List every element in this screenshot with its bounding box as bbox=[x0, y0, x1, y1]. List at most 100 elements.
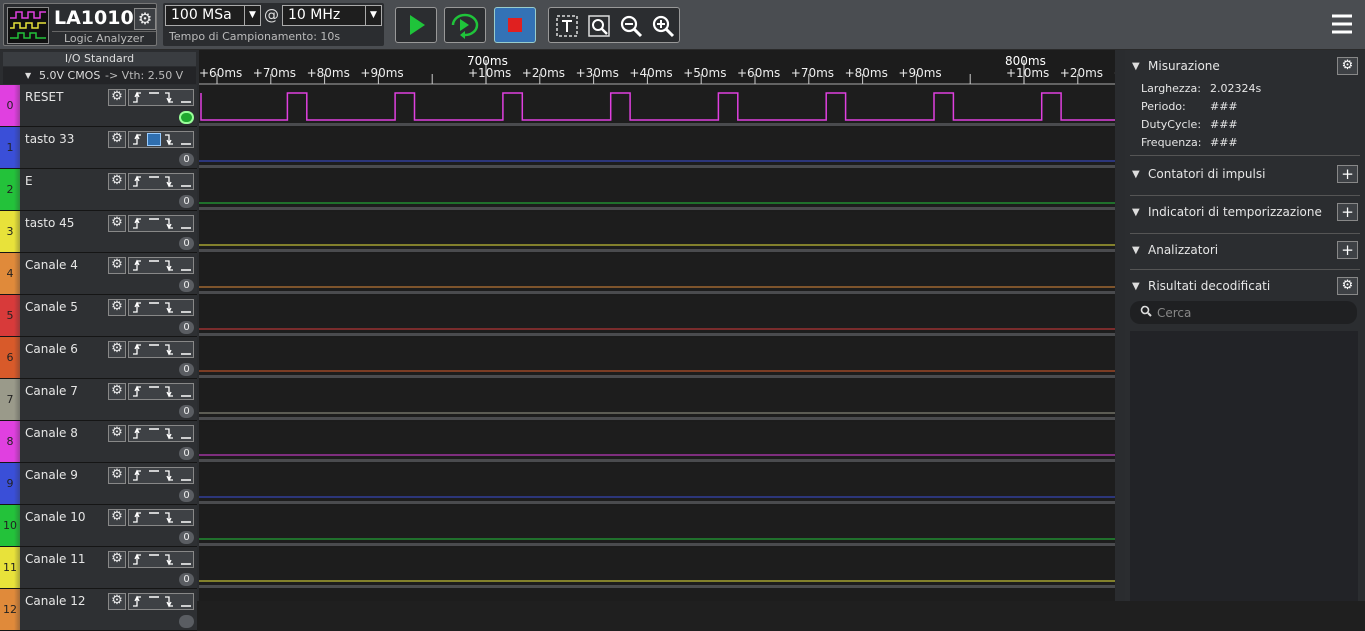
channel-row[interactable]: 8 Canale 8 ⚙ 0 bbox=[0, 421, 197, 463]
run-button[interactable] bbox=[395, 7, 437, 43]
channel-name[interactable]: Canale 6 bbox=[25, 342, 78, 356]
triangle-down-icon[interactable]: ▼ bbox=[1132, 245, 1140, 256]
triangle-down-icon[interactable]: ▼ bbox=[1132, 61, 1140, 72]
lane-divider bbox=[199, 207, 1115, 210]
trigger-selector[interactable] bbox=[128, 551, 194, 568]
channel-name[interactable]: Canale 8 bbox=[25, 426, 78, 440]
trigger-selector[interactable] bbox=[128, 89, 194, 106]
trigger-selector[interactable] bbox=[128, 383, 194, 400]
channel-lane[interactable] bbox=[199, 296, 1115, 336]
waveform-area[interactable]: +60ms +70ms +80ms +90ms +10ms +20ms +30ms +40ms… bbox=[199, 50, 1115, 601]
channel-name[interactable]: Canale 11 bbox=[25, 552, 86, 566]
trigger-selector[interactable] bbox=[128, 215, 194, 232]
channel-settings-gear-icon[interactable]: ⚙ bbox=[108, 509, 126, 526]
channel-settings-gear-icon[interactable]: ⚙ bbox=[108, 131, 126, 148]
channel-row[interactable]: 4 Canale 4 ⚙ 0 bbox=[0, 253, 197, 295]
channel-name[interactable]: Canale 7 bbox=[25, 384, 78, 398]
channel-row[interactable]: 7 Canale 7 ⚙ 0 bbox=[0, 379, 197, 421]
trigger-selector[interactable] bbox=[128, 173, 194, 190]
channel-row[interactable]: 2 E ⚙ 0 bbox=[0, 169, 197, 211]
device-settings-gear-icon[interactable]: ⚙ bbox=[134, 8, 156, 30]
channel-settings-gear-icon[interactable]: ⚙ bbox=[108, 299, 126, 316]
logic-analyzer-logo-icon bbox=[7, 7, 49, 44]
time-ruler[interactable]: +60ms +70ms +80ms +90ms +10ms +20ms +30ms +40ms… bbox=[199, 50, 1115, 86]
channel-settings-gear-icon[interactable]: ⚙ bbox=[108, 257, 126, 274]
channel-settings-gear-icon[interactable]: ⚙ bbox=[108, 341, 126, 358]
channel-lane[interactable] bbox=[199, 548, 1115, 588]
channel-lane[interactable] bbox=[199, 590, 1115, 601]
channel-lane[interactable] bbox=[199, 212, 1115, 252]
channel-settings-gear-icon[interactable]: ⚙ bbox=[108, 215, 126, 232]
loop-run-button[interactable] bbox=[444, 7, 486, 43]
channel-lane[interactable] bbox=[199, 338, 1115, 378]
channel-row[interactable]: 3 tasto 45 ⚙ 0 bbox=[0, 211, 197, 253]
play-icon bbox=[410, 15, 425, 35]
channel-row[interactable]: 0 RESET ⚙ bbox=[0, 85, 197, 127]
trigger-selector[interactable] bbox=[128, 425, 194, 442]
channel-name[interactable]: Canale 10 bbox=[25, 510, 86, 524]
text-cursor-button[interactable] bbox=[554, 13, 580, 39]
channel-name[interactable]: Canale 9 bbox=[25, 468, 78, 482]
channel-row[interactable]: 5 Canale 5 ⚙ 0 bbox=[0, 295, 197, 337]
zoom-region-button[interactable] bbox=[586, 13, 612, 39]
trigger-selector[interactable] bbox=[128, 341, 194, 358]
channel-number: 3 bbox=[0, 211, 20, 252]
add-pulse-counter-button[interactable]: + bbox=[1337, 165, 1358, 183]
trigger-selector[interactable] bbox=[128, 593, 194, 610]
channel-row[interactable]: 1 tasto 33 ⚙ 0 bbox=[0, 127, 197, 169]
triangle-down-icon[interactable]: ▼ bbox=[1132, 281, 1140, 292]
trigger-selector[interactable] bbox=[128, 509, 194, 526]
channel-name[interactable]: Canale 5 bbox=[25, 300, 78, 314]
panel-splitter[interactable] bbox=[1115, 50, 1125, 601]
lane-divider bbox=[199, 123, 1115, 126]
measure-settings-gear-icon[interactable]: ⚙ bbox=[1337, 57, 1358, 75]
chevron-down-icon: ▼ bbox=[244, 6, 260, 25]
stop-button[interactable] bbox=[494, 7, 536, 43]
channel-row[interactable]: 6 Canale 6 ⚙ 0 bbox=[0, 337, 197, 379]
search-input[interactable] bbox=[1157, 303, 1347, 322]
channel-lane[interactable] bbox=[199, 380, 1115, 420]
channel-settings-gear-icon[interactable]: ⚙ bbox=[108, 551, 126, 568]
channel-settings-gear-icon[interactable]: ⚙ bbox=[108, 89, 126, 106]
channel-name[interactable]: RESET bbox=[25, 90, 63, 104]
channel-settings-gear-icon[interactable]: ⚙ bbox=[108, 173, 126, 190]
trigger-selector[interactable] bbox=[128, 131, 194, 148]
add-timing-marker-button[interactable]: + bbox=[1337, 203, 1358, 221]
channel-settings-gear-icon[interactable]: ⚙ bbox=[108, 593, 126, 610]
add-analyzer-button[interactable]: + bbox=[1337, 241, 1358, 259]
triangle-down-icon[interactable]: ▼ bbox=[1132, 169, 1140, 180]
channel-settings-gear-icon[interactable]: ⚙ bbox=[108, 467, 126, 484]
channel-settings-gear-icon[interactable]: ⚙ bbox=[108, 383, 126, 400]
toolbar: LA1010 ⚙ Logic Analyzer 100 MSa ▼ @ 10 M… bbox=[0, 0, 1365, 50]
io-level-select[interactable]: ▼ 5.0V CMOS -> Vth: 2.50 V bbox=[3, 67, 196, 84]
waveform-canvas[interactable] bbox=[199, 86, 1115, 601]
channel-name[interactable]: tasto 33 bbox=[25, 132, 74, 146]
samples-select[interactable]: 100 MSa ▼ bbox=[165, 5, 261, 26]
channel-lane[interactable] bbox=[199, 506, 1115, 546]
zoom-in-button[interactable] bbox=[650, 13, 676, 39]
channel-row[interactable]: 10 Canale 10 ⚙ 0 bbox=[0, 505, 197, 547]
trigger-selector[interactable] bbox=[128, 467, 194, 484]
trigger-selector[interactable] bbox=[128, 299, 194, 316]
channel-row[interactable]: 11 Canale 11 ⚙ 0 bbox=[0, 547, 197, 589]
triangle-down-icon[interactable]: ▼ bbox=[1132, 207, 1140, 218]
zoom-out-button[interactable] bbox=[618, 13, 644, 39]
channel-row[interactable]: 12 Canale 12 ⚙ bbox=[0, 589, 197, 631]
channel-lane[interactable] bbox=[199, 422, 1115, 462]
frequency-select[interactable]: 10 MHz ▼ bbox=[282, 5, 382, 26]
measure-value: 2.02324s bbox=[1210, 82, 1262, 95]
channel-lane[interactable] bbox=[199, 254, 1115, 294]
at-sign: @ bbox=[264, 6, 279, 24]
channel-lane[interactable] bbox=[199, 464, 1115, 504]
channel-lane[interactable] bbox=[199, 170, 1115, 210]
channel-name[interactable]: tasto 45 bbox=[25, 216, 74, 230]
channel-name[interactable]: Canale 12 bbox=[25, 594, 86, 608]
menu-button[interactable] bbox=[1330, 12, 1354, 36]
decoded-settings-gear-icon[interactable]: ⚙ bbox=[1337, 277, 1358, 295]
channel-settings-gear-icon[interactable]: ⚙ bbox=[108, 425, 126, 442]
channel-name[interactable]: E bbox=[25, 174, 33, 188]
channel-lane[interactable] bbox=[199, 128, 1115, 168]
trigger-selector[interactable] bbox=[128, 257, 194, 274]
channel-name[interactable]: Canale 4 bbox=[25, 258, 78, 272]
channel-row[interactable]: 9 Canale 9 ⚙ 0 bbox=[0, 463, 197, 505]
